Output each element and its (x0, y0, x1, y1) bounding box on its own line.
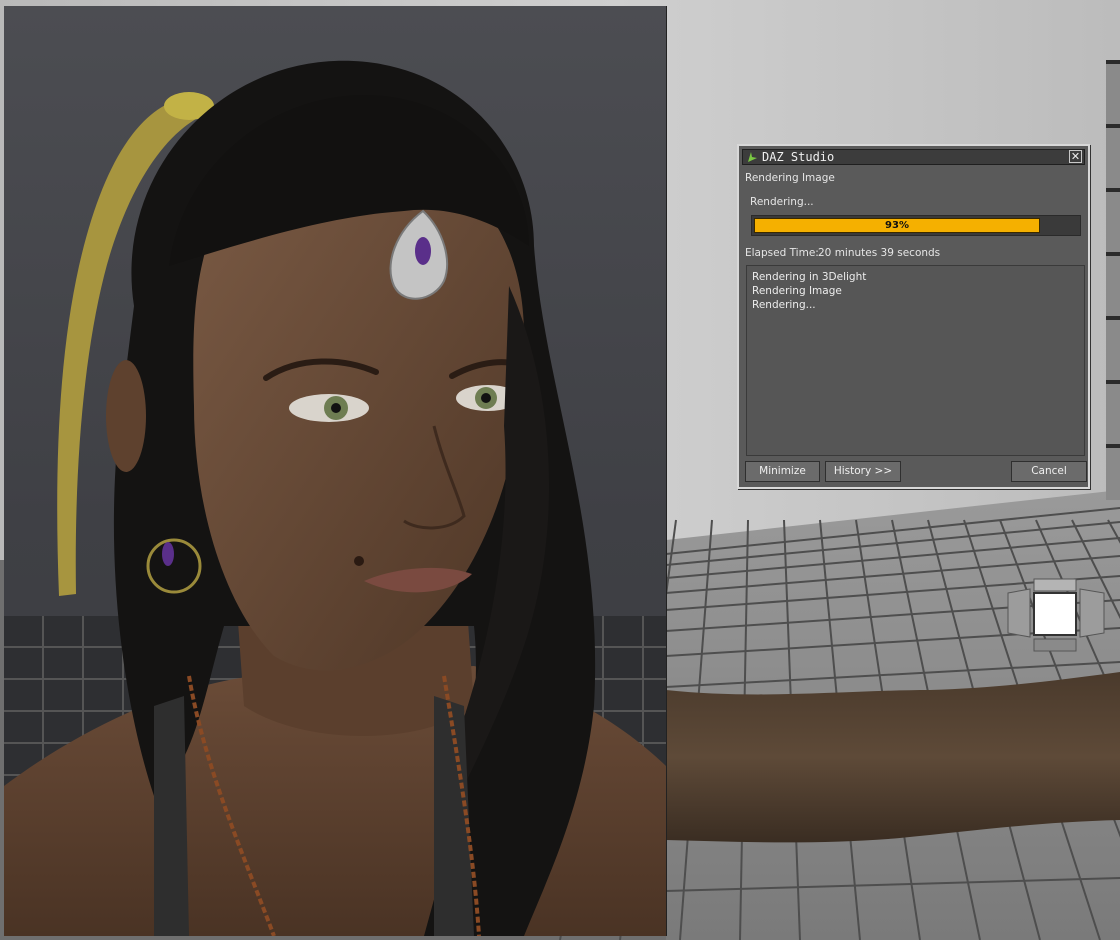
render-status-text: Rendering... (750, 196, 814, 208)
light-gizmo-icon[interactable] (1000, 575, 1108, 655)
dialog-title: DAZ Studio (762, 150, 835, 164)
progress-percent: 93% (885, 220, 909, 231)
progress-fill: 93% (754, 218, 1040, 233)
render-progress-dialog: DAZ Studio ✕ Rendering Image Rendering..… (737, 144, 1090, 489)
rendered-image (4, 60, 666, 936)
log-line: Rendering... (752, 299, 816, 311)
log-line: Rendering Image (752, 285, 842, 297)
history-button[interactable]: History >> (825, 461, 901, 482)
daz-logo-icon (748, 152, 757, 162)
minimize-button[interactable]: Minimize (745, 461, 820, 482)
close-icon[interactable]: ✕ (1069, 150, 1082, 163)
render-window (4, 6, 667, 936)
viewport-scrollbar[interactable] (1106, 60, 1120, 500)
render-progress-bar: 93% (751, 215, 1081, 236)
elapsed-time-label: Elapsed Time: (745, 247, 819, 259)
render-log[interactable]: Rendering in 3Delight Rendering Image Re… (746, 265, 1085, 456)
cancel-button[interactable]: Cancel (1011, 461, 1087, 482)
elapsed-time-value: 20 minutes 39 seconds (818, 247, 941, 259)
dialog-heading: Rendering Image (745, 172, 835, 184)
log-line: Rendering in 3Delight (752, 271, 867, 283)
dialog-titlebar[interactable]: DAZ Studio ✕ (742, 149, 1085, 165)
